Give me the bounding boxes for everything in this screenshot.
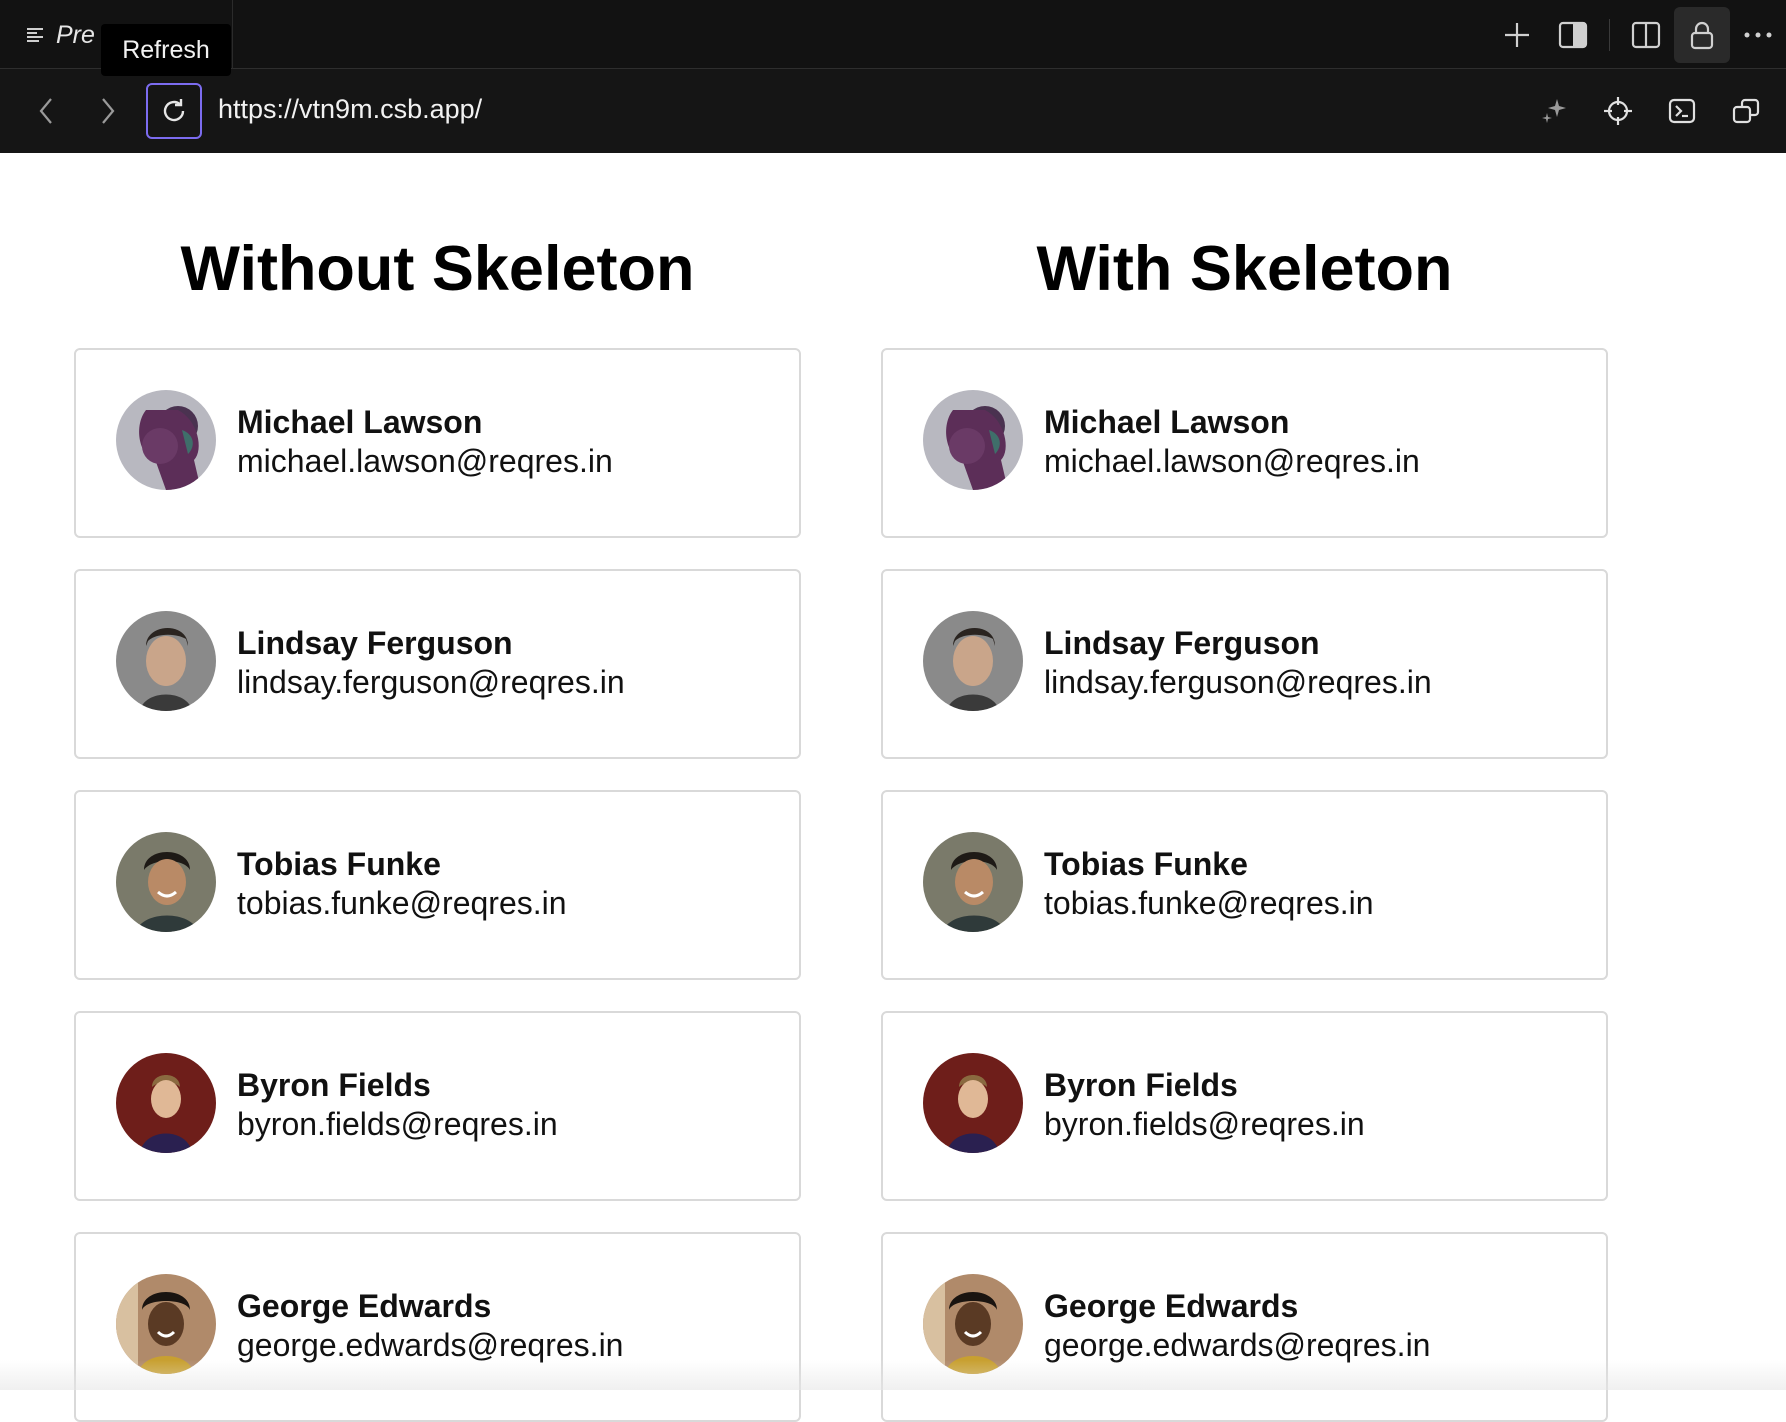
avatar — [116, 1274, 216, 1374]
nav-controls — [18, 83, 202, 139]
user-card: Michael Lawson michael.lawson@reqres.in — [74, 348, 801, 538]
user-email: lindsay.ferguson@reqres.in — [237, 664, 625, 700]
user-email: byron.fields@reqres.in — [1044, 1106, 1365, 1142]
user-card: George Edwards george.edwards@reqres.in — [881, 1232, 1608, 1422]
user-email: lindsay.ferguson@reqres.in — [1044, 664, 1432, 700]
avatar — [923, 832, 1023, 932]
user-card: Tobias Funke tobias.funke@reqres.in — [881, 790, 1608, 980]
user-email: tobias.funke@reqres.in — [237, 885, 567, 921]
with-skeleton-title: With Skeleton — [1036, 234, 1453, 304]
user-name: Tobias Funke — [237, 846, 441, 882]
split-view-icon[interactable] — [1618, 7, 1674, 63]
user-email: byron.fields@reqres.in — [237, 1106, 558, 1142]
user-name: Tobias Funke — [1044, 846, 1248, 882]
user-card: Byron Fields byron.fields@reqres.in — [74, 1011, 801, 1201]
user-card: Lindsay Ferguson lindsay.ferguson@reqres… — [74, 569, 801, 759]
address-bar: https://vtn9m.csb.app/ — [0, 69, 1786, 153]
user-card: Michael Lawson michael.lawson@reqres.in — [881, 348, 1608, 538]
user-name: Byron Fields — [1044, 1067, 1238, 1103]
user-email: george.edwards@reqres.in — [1044, 1327, 1431, 1363]
refresh-icon[interactable] — [146, 83, 202, 139]
avatar — [923, 1053, 1023, 1153]
new-window-icon[interactable] — [1718, 83, 1774, 139]
user-name: Michael Lawson — [237, 404, 483, 440]
menu-lines-icon — [26, 26, 44, 44]
sparkle-icon[interactable] — [1526, 83, 1582, 139]
toolbar-actions — [1489, 0, 1786, 69]
terminal-icon[interactable] — [1654, 83, 1710, 139]
avatar — [116, 1053, 216, 1153]
forward-icon[interactable] — [80, 83, 136, 139]
without-skeleton-title: Without Skeleton — [180, 234, 695, 304]
avatar — [116, 390, 216, 490]
user-email: michael.lawson@reqres.in — [1044, 443, 1420, 479]
tab-label: Pre — [56, 20, 95, 49]
user-name: George Edwards — [237, 1288, 492, 1324]
back-icon[interactable] — [18, 83, 74, 139]
tab-divider — [232, 0, 233, 69]
browser-top-bar: Pre — [0, 0, 1786, 69]
nav-right-controls — [1526, 83, 1774, 139]
user-card: Byron Fields byron.fields@reqres.in — [881, 1011, 1608, 1201]
avatar — [923, 611, 1023, 711]
user-card: George Edwards george.edwards@reqres.in — [74, 1232, 801, 1422]
user-name: Byron Fields — [237, 1067, 431, 1103]
preview-tab[interactable]: Pre — [26, 20, 95, 50]
url-field[interactable]: https://vtn9m.csb.app/ — [218, 94, 482, 125]
refresh-tooltip: Refresh — [101, 24, 231, 76]
user-name: Michael Lawson — [1044, 404, 1290, 440]
toolbar-separator — [1609, 18, 1610, 51]
user-email: tobias.funke@reqres.in — [1044, 885, 1374, 921]
sidebar-panel-icon[interactable] — [1545, 7, 1601, 63]
lock-icon[interactable] — [1674, 6, 1730, 63]
page-content: Without Skeleton With Skeleton Michael L… — [0, 153, 1786, 1422]
user-card: Tobias Funke tobias.funke@reqres.in — [74, 790, 801, 980]
avatar — [923, 1274, 1023, 1374]
user-name: Lindsay Ferguson — [237, 625, 513, 661]
avatar — [116, 832, 216, 932]
plus-icon[interactable] — [1489, 7, 1545, 63]
user-name: George Edwards — [1044, 1288, 1299, 1324]
more-icon[interactable] — [1730, 7, 1786, 63]
user-email: george.edwards@reqres.in — [237, 1327, 624, 1363]
user-name: Lindsay Ferguson — [1044, 625, 1320, 661]
crosshair-icon[interactable] — [1590, 83, 1646, 139]
user-card: Lindsay Ferguson lindsay.ferguson@reqres… — [881, 569, 1608, 759]
user-email: michael.lawson@reqres.in — [237, 443, 613, 479]
avatar — [116, 611, 216, 711]
avatar — [923, 390, 1023, 490]
